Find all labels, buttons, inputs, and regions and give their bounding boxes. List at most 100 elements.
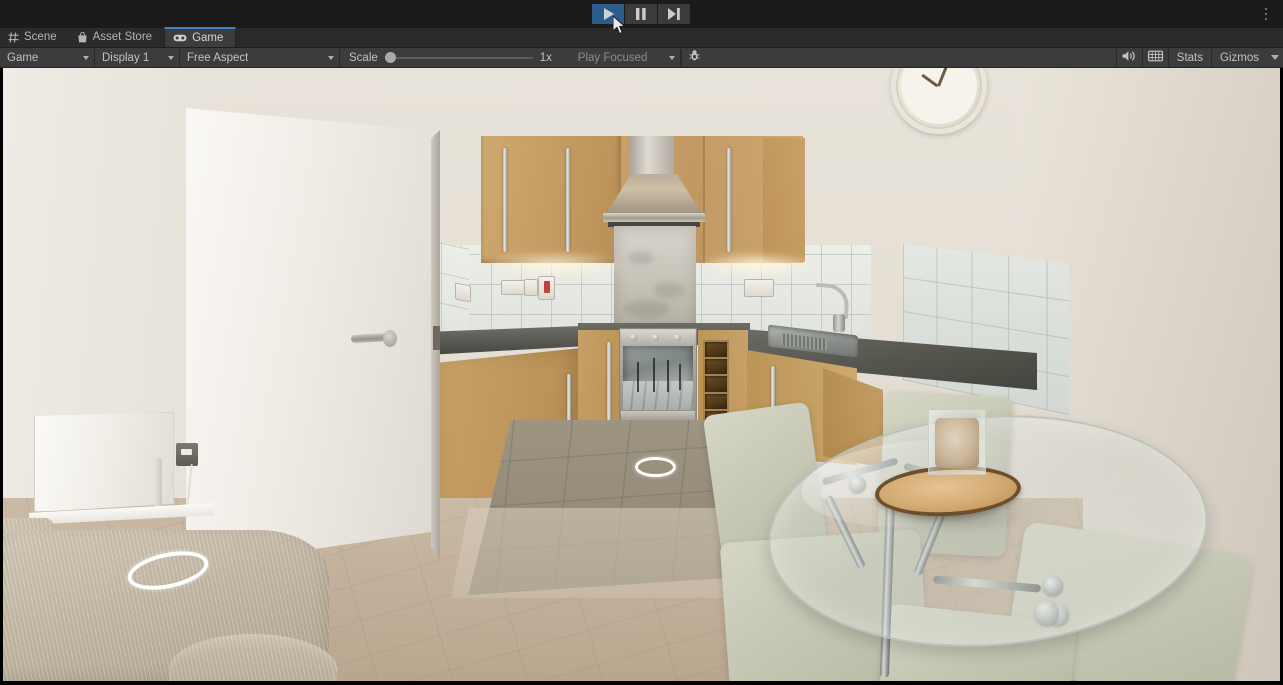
clock-face (897, 68, 981, 128)
playmode-focus-dropdown[interactable]: Play Focused (570, 48, 681, 67)
stats-button[interactable]: Stats (1167, 48, 1211, 67)
debug-toggle-button[interactable] (680, 48, 707, 67)
under-cabinet-light (489, 254, 619, 276)
scale-control: Scale 1x (340, 49, 571, 67)
step-icon (668, 8, 680, 20)
chevron-down-icon (168, 55, 174, 60)
scale-slider[interactable] (384, 51, 533, 65)
glass-vase (928, 409, 986, 475)
play-icon (603, 8, 614, 20)
door-latch (433, 326, 440, 350)
hood-duct (630, 136, 674, 180)
rendered-scene (3, 68, 1280, 681)
socket-face (181, 449, 192, 455)
aspect-grid-button[interactable] (1141, 48, 1168, 67)
wall-switch (524, 279, 538, 296)
game-view-toolbar: Game Display 1 Free Aspect Scale 1x Play… (0, 48, 1283, 68)
wine-rack-cell (705, 393, 727, 409)
oven-knob (630, 334, 637, 341)
shopping-bag-icon (77, 31, 88, 43)
open-door-panel (186, 108, 436, 568)
vase-contents (935, 418, 979, 468)
radiator (34, 412, 174, 512)
display-dropdown[interactable]: Display 1 (95, 48, 180, 67)
teleport-marker-kitchen[interactable] (635, 457, 676, 477)
scale-label: Scale (349, 51, 378, 64)
clock-hand-hour (921, 73, 939, 88)
upper-cabinet-left (481, 136, 621, 263)
cabinet-handle (727, 148, 731, 252)
radiator-pipe (155, 458, 162, 512)
wall-socket (455, 282, 471, 303)
oven-knob (674, 334, 681, 341)
playback-toolbar (0, 0, 1283, 28)
gizmos-button[interactable]: Gizmos (1211, 48, 1267, 67)
cooker-isolator-switch (538, 276, 555, 300)
floor-transition-strip (451, 508, 751, 598)
grid-overlay-icon (1147, 49, 1163, 67)
pause-button[interactable] (625, 4, 657, 24)
clock-hand-minute (937, 68, 950, 87)
switch-indicator (544, 281, 550, 293)
oven-reflection-table-leg (667, 360, 669, 392)
double-socket (744, 279, 774, 297)
tab-game[interactable]: Game (164, 27, 237, 47)
aspect-ratio-dropdown[interactable]: Free Aspect (180, 48, 340, 67)
playmode-focus-label: Play Focused (577, 51, 648, 64)
wine-rack-cell (705, 376, 727, 392)
oven-reflection-table-leg (653, 358, 655, 392)
playback-button-group (592, 4, 691, 24)
panel-smudge (628, 252, 654, 264)
tab-asset-store[interactable]: Asset Store (69, 27, 164, 47)
kebab-dot (1264, 12, 1268, 16)
panel-tab-bar: Scene Asset Store Game (0, 27, 1283, 48)
panel-smudge (654, 282, 684, 298)
view-type-label: Game (7, 51, 39, 64)
tab-game-label: Game (192, 32, 224, 44)
tab-scene[interactable]: Scene (0, 27, 69, 47)
chevron-down-icon (83, 55, 89, 60)
oven-reflection-table-leg (637, 362, 639, 392)
game-view-viewport[interactable] (0, 68, 1283, 685)
display-label: Display 1 (102, 51, 150, 64)
living-wall-socket (176, 443, 198, 466)
chevron-down-icon (668, 55, 675, 60)
scale-slider-knob[interactable] (384, 52, 396, 63)
play-button[interactable] (592, 4, 624, 24)
wine-rack-cell (705, 359, 727, 375)
upper-cabinet-far-right (763, 138, 805, 262)
chevron-down-icon (1271, 55, 1279, 60)
panel-smudge (624, 300, 670, 318)
unity-editor-window: Scene Asset Store Game Game Display 1 Fr… (0, 0, 1283, 685)
scale-slider-track (384, 57, 533, 59)
hob-splashback-panel (614, 226, 696, 329)
kebab-menu-icon[interactable] (1255, 3, 1277, 25)
wine-rack-cell (705, 342, 727, 358)
tab-asset-store-label: Asset Store (92, 31, 153, 43)
kebab-dot (1264, 7, 1268, 11)
step-button[interactable] (658, 4, 690, 24)
gizmos-dropdown-button[interactable] (1267, 49, 1283, 67)
oven-reflection-table-leg (679, 364, 681, 390)
cabinet-handle (503, 148, 507, 252)
scale-value-label: 1x (539, 51, 552, 64)
grid-icon (8, 31, 19, 43)
aspect-ratio-label: Free Aspect (187, 51, 249, 64)
under-cabinet-light (703, 254, 811, 276)
mixer-tap-base (833, 314, 845, 332)
kebab-dot (1264, 17, 1268, 21)
view-type-dropdown[interactable]: Game (0, 48, 95, 67)
mute-audio-button[interactable] (1115, 48, 1142, 67)
cabinet-handle (566, 148, 570, 252)
door-handle-rose (383, 330, 397, 347)
pause-icon (636, 8, 646, 20)
tab-scene-label: Scene (24, 31, 57, 43)
hood-lip (603, 213, 705, 222)
oven-reflection-floor (623, 380, 693, 410)
speaker-icon (1122, 49, 1137, 67)
oven-knob (652, 334, 659, 341)
oven-glass-door (623, 346, 693, 410)
oven-control-panel (621, 330, 695, 344)
bug-icon (688, 49, 701, 67)
gamepad-icon (173, 33, 187, 43)
